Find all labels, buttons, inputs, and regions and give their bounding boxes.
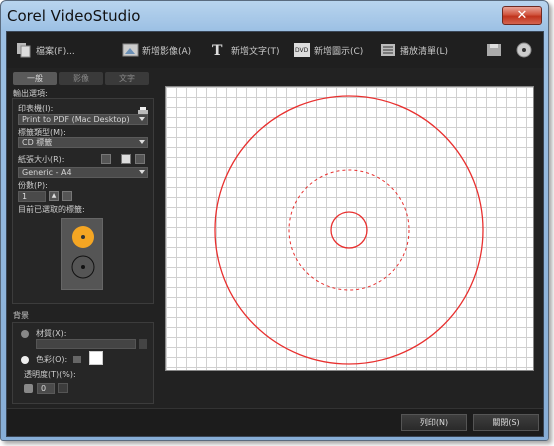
svg-text:T: T [212, 43, 223, 58]
window-title: Corel VideoStudio [7, 7, 141, 25]
selected-label-heading: 目前已選取的標籤: [18, 205, 85, 214]
material-select[interactable] [36, 339, 136, 349]
paper-size-select-value: Generic - A4 [22, 168, 72, 177]
chevron-down-icon [139, 170, 145, 174]
color-swatch[interactable] [89, 351, 103, 365]
chevron-down-icon [139, 117, 145, 121]
paper-size-label: 紙張大小(R): [18, 155, 65, 164]
app-window: Corel VideoStudio ✕ 檔案(F)... 新增影像(A) T 新… [0, 0, 549, 441]
paper-settings-icon[interactable] [101, 154, 111, 164]
material-browse-icon[interactable] [139, 339, 147, 349]
output-options-panel: 印表機(I): Print to PDF (Mac Desktop) 標籤類型(… [12, 98, 154, 304]
portrait-icon[interactable] [121, 154, 131, 164]
disc-inner-guide [288, 169, 410, 291]
playlist-icon [379, 42, 397, 58]
printer-label: 印表機(I): [18, 104, 54, 113]
file-menu-label: 檔案(F)... [36, 46, 75, 57]
landscape-icon[interactable] [135, 154, 145, 164]
disc-button[interactable] [515, 42, 533, 58]
copies-input[interactable]: 1 [18, 191, 46, 202]
add-text-button[interactable]: T 新增文字(T) [210, 42, 280, 59]
cd-label-preview [214, 95, 484, 365]
add-shape-button[interactable]: DVD 新增圖示(C) [293, 42, 363, 58]
save-icon [485, 42, 503, 58]
selected-cd-hole [81, 235, 85, 239]
color-radio[interactable] [21, 356, 29, 364]
file-icon [15, 42, 33, 58]
add-text-icon: T [210, 42, 228, 59]
color-label: 色彩(O): [36, 355, 68, 364]
add-image-label: 新增影像(A) [142, 46, 192, 57]
printer-select[interactable]: Print to PDF (Mac Desktop) [18, 114, 148, 125]
dialog-client: 檔案(F)... 新增影像(A) T 新增文字(T) DVD 新增圖示(C) 播… [6, 31, 544, 437]
opacity-label: 透明度(T)(%): [24, 370, 76, 379]
label-preview-canvas[interactable] [165, 86, 534, 371]
copies-spin-icon[interactable]: ▲ [49, 191, 59, 201]
cd-hole [81, 265, 85, 269]
disc-center-hole [330, 211, 368, 249]
add-text-label: 新增文字(T) [231, 46, 280, 57]
disc-icon [515, 42, 533, 58]
playlist-label: 播放清單(L) [400, 46, 449, 57]
add-shape-label: 新增圖示(C) [314, 46, 364, 57]
add-image-icon [121, 42, 139, 58]
title-bar[interactable]: Corel VideoStudio ✕ [1, 1, 548, 31]
dialog-footer: 列印(N) 關閉(S) [7, 408, 543, 436]
opacity-icon [24, 384, 33, 393]
opacity-input[interactable]: 0 [37, 383, 55, 394]
add-image-button[interactable]: 新增影像(A) [121, 42, 191, 58]
printer-select-value: Print to PDF (Mac Desktop) [22, 115, 130, 124]
tab-general[interactable]: 一般 [13, 72, 57, 85]
tab-image[interactable]: 影像 [59, 72, 103, 85]
tab-text[interactable]: 文字 [105, 72, 149, 85]
paper-size-select[interactable]: Generic - A4 [18, 167, 148, 178]
material-radio[interactable] [21, 330, 29, 338]
disc-outer-edge [214, 95, 484, 365]
close-window-button[interactable]: ✕ [502, 6, 542, 25]
close-button[interactable]: 關閉(S) [473, 414, 539, 431]
material-label: 材質(X): [36, 329, 67, 338]
background-panel: 材質(X): 色彩(O): 透明度(T)(%): 0 [12, 322, 154, 404]
copies-label: 份數(P): [18, 181, 48, 190]
opacity-spin-icon[interactable] [58, 383, 68, 393]
file-menu-button[interactable]: 檔案(F)... [15, 42, 75, 58]
dvd-icon: DVD [293, 42, 311, 58]
save-button[interactable] [485, 42, 503, 58]
print-button[interactable]: 列印(N) [401, 414, 467, 431]
chevron-down-icon [139, 140, 145, 144]
copies-dropdown-icon[interactable] [62, 191, 72, 201]
svg-text:DVD: DVD [295, 47, 309, 54]
label-selector-graphic [71, 226, 95, 279]
label-type-select[interactable]: CD 標籤 [18, 137, 148, 148]
toolbar: 檔案(F)... 新增影像(A) T 新增文字(T) DVD 新增圖示(C) 播… [7, 32, 543, 68]
tab-bar: 一般 影像 文字 [13, 72, 149, 85]
label-selector [61, 218, 103, 290]
background-heading: 背景 [13, 311, 29, 320]
color-dropdown-icon[interactable] [73, 356, 81, 363]
playlist-button[interactable]: 播放清單(L) [379, 42, 448, 58]
label-type-select-value: CD 標籤 [22, 138, 53, 147]
